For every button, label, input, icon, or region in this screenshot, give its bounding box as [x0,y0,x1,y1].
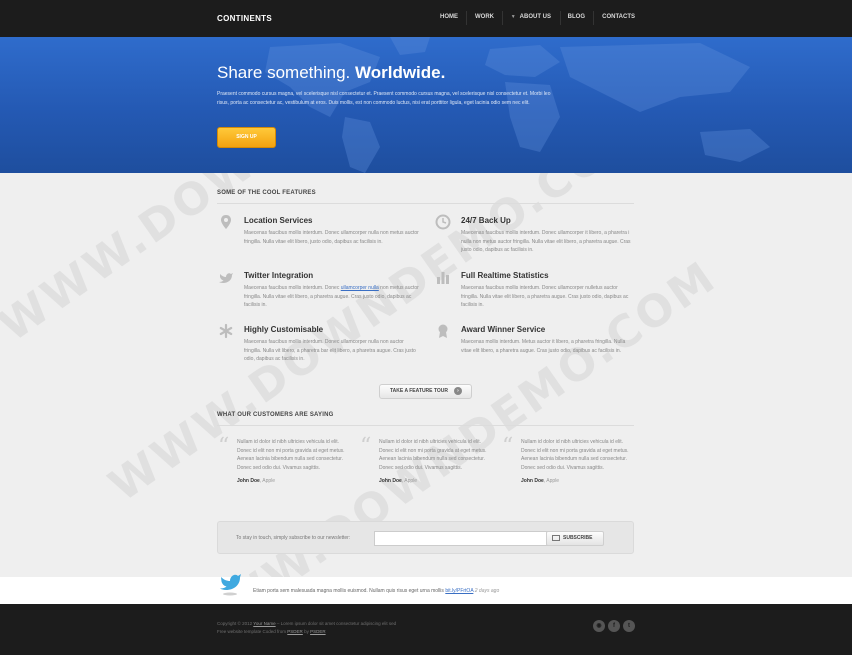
hero-banner: Share something. Worldwide. Praesent com… [0,37,852,173]
credit-link[interactable]: PSDER [287,629,303,634]
nav-work[interactable]: WORK [475,14,494,20]
feature-text: Maecenas mollis interdum. Metus auctor i… [461,339,626,354]
nav-home[interactable]: HOME [440,14,458,20]
award-ribbon-icon [438,324,448,338]
nav-divider [560,11,561,25]
hero-description: Praesent commodo cursus magna, vel scele… [217,91,551,106]
feature-award-winner: Award Winner Service Maecenas mollis int… [438,324,636,355]
feature-backup: 24/7 Back Up Maecenas faucibus mollis in… [435,214,636,255]
bar-chart-icon [437,272,449,284]
nav-divider [593,11,594,25]
subscribe-button[interactable]: SUBSCRIBE [546,531,604,546]
quote-mark-icon: “ [218,434,230,459]
testimonials-heading: WHAT OUR CUSTOMERS ARE SAYING [217,412,334,418]
divider [217,425,634,426]
nav-blog[interactable]: BLOG [568,14,585,20]
clock-icon [435,214,451,230]
tweet-text: Etiam porta sem malesuada magna mollis e… [253,588,444,594]
author-company: Apple [262,478,276,485]
author-company: Apple [546,478,560,485]
tweet-link[interactable]: bit.ly/PFrtOA [445,588,473,594]
feature-text-link[interactable]: ullamcorper nulla [341,285,379,291]
testimonial-author: John Doe, Apple [521,478,560,485]
feature-text: Maecenas faucibus mollis interdum. Donec… [461,230,631,254]
copyright-line: Copyright © 2012 Your Name – Lorem ipsum… [217,620,396,628]
nav-about-us[interactable]: ▼ ABOUT US [511,14,551,20]
author-name: John Doe [521,478,544,485]
testimonial-text: Nullam id dolor id nibh ultricies vehicu… [521,439,629,471]
quote-mark-icon: “ [360,434,372,459]
latest-tweet: Etiam porta sem malesuada magna mollis e… [253,588,499,594]
twitter-bird-icon [219,273,233,283]
testimonial: “ Nullam id dolor id nibh ultricies vehi… [218,436,352,485]
credit-text: by [302,629,311,634]
footer-copyright: Copyright © 2012 Your Name – Lorem ipsum… [217,620,396,636]
feature-text: Maecenas faucibus mollis interdum. Donec… [244,339,416,363]
twitter-bird-icon [220,574,241,596]
nav-divider [466,11,467,25]
location-pin-icon [221,215,231,229]
take-feature-tour-button[interactable]: TAKE A FEATURE TOUR › [379,384,472,399]
feature-text: Maecenas faucibus mollis interdum. Donec… [244,230,419,245]
credit-link[interactable]: PSDER [310,629,326,634]
quote-mark-icon: “ [502,434,514,459]
feature-twitter-integration: Twitter Integration Maecenas faucibus mo… [219,271,419,310]
nav-about-us-label: ABOUT US [519,14,551,20]
header: CONTINENTS HOME WORK ▼ ABOUT US BLOG CONT… [0,0,852,37]
feature-title: Location Services [244,216,313,225]
feature-title: Highly Customisable [244,325,324,334]
author-name: John Doe [237,478,260,485]
feature-text-part: Maecenas faucibus mollis interdum. Donec [244,285,341,291]
facebook-icon[interactable]: f [608,620,620,632]
chevron-down-icon: ▼ [510,14,516,20]
testimonial-author: John Doe, Apple [237,478,276,485]
testimonial-author: John Doe, Apple [379,478,418,485]
tweet-time: 2 days ago [474,588,500,594]
asterisk-icon [219,323,233,339]
divider [217,203,634,204]
testimonial-text: Nullam id dolor id nibh ultricies vehicu… [237,439,345,471]
author-link[interactable]: Your Name [253,621,275,626]
tour-button-label: TAKE A FEATURE TOUR [390,388,448,394]
feature-title: Twitter Integration [244,271,314,280]
nav-contacts[interactable]: CONTACTS [602,14,635,20]
hero-title-plain: Share something. [217,63,351,82]
subscribe-label: SUBSCRIBE [563,535,593,541]
newsletter-email-input[interactable] [374,531,564,546]
credit-line: Free website template Coded from PSDER b… [217,628,396,636]
feature-title: 24/7 Back Up [461,216,511,225]
rss-icon[interactable]: ◉ [593,620,605,632]
testimonial: “ Nullam id dolor id nibh ultricies vehi… [502,436,636,485]
feature-title: Award Winner Service [461,325,546,334]
nav-divider [502,11,503,25]
hero-title: Share something. Worldwide. [217,63,445,83]
feature-text: Maecenas faucibus mollis interdum. Donec… [461,285,629,309]
newsletter-label: To stay in touch, simply subscribe to ou… [236,535,351,541]
copyright-text: – Lorem ipsum dolor sit amet consectetur… [275,621,397,626]
newsletter-box: To stay in touch, simply subscribe to ou… [217,521,634,554]
sign-up-button[interactable]: SIGN UP [217,127,276,148]
feature-text: Maecenas faucibus mollis interdum. Donec… [244,284,419,310]
feature-location-services: Location Services Maecenas faucibus moll… [221,215,419,246]
envelope-icon [552,535,560,541]
author-name: John Doe [379,478,402,485]
credit-text: Free website template Coded from [217,629,288,634]
twitter-icon[interactable]: t [623,620,635,632]
arrow-right-icon: › [454,387,462,395]
copyright-text: Copyright © 2012 [217,621,254,626]
feature-realtime-statistics: Full Realtime Statistics Maecenas faucib… [437,271,636,310]
feature-highly-customisable: Highly Customisable Maecenas faucibus mo… [219,323,419,364]
testimonial: “ Nullam id dolor id nibh ultricies vehi… [360,436,494,485]
site-logo[interactable]: CONTINENTS [217,14,272,23]
features-heading: SOME OF THE COOL FEATURES [217,190,316,196]
hero-title-bold: Worldwide. [354,63,446,82]
feature-title: Full Realtime Statistics [461,271,549,280]
testimonial-text: Nullam id dolor id nibh ultricies vehicu… [379,439,487,471]
footer: Copyright © 2012 Your Name – Lorem ipsum… [0,604,852,655]
author-company: Apple [404,478,418,485]
